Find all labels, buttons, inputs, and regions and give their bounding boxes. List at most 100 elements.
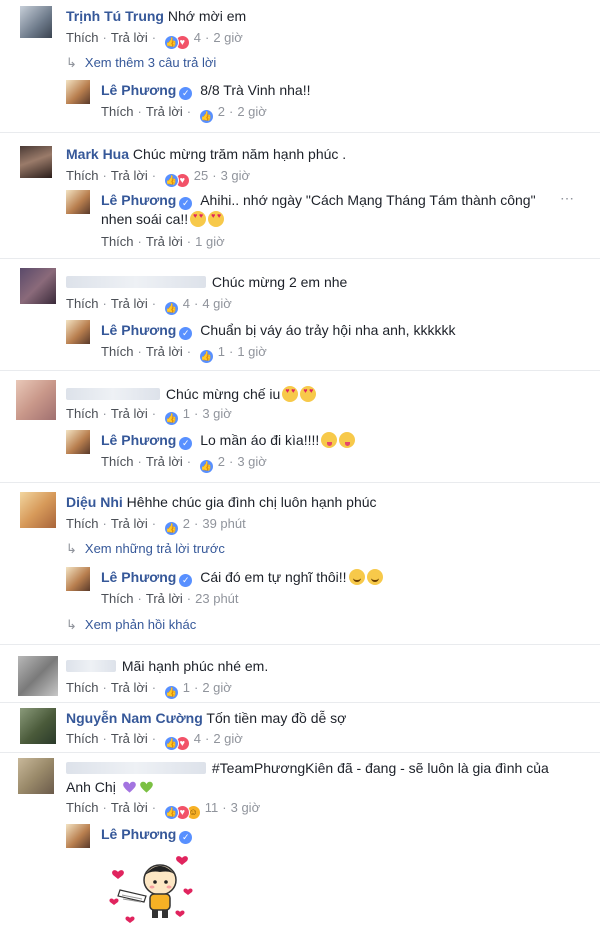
comment-time[interactable]: 23 phút (195, 591, 238, 606)
comment-text: Cái đó em tự nghĩ thôi!! (200, 569, 347, 585)
reply-link[interactable]: Trả lời (146, 591, 183, 606)
like-link[interactable]: Thích (101, 454, 134, 469)
avatar[interactable] (18, 758, 54, 794)
comment-actions: Thích · Trả lời · 1 giờ (101, 234, 225, 249)
comment-author[interactable]: Diệu Nhi (66, 494, 123, 510)
comment-author[interactable]: Lê Phương (101, 192, 176, 208)
comment-time[interactable]: 2 giờ (213, 731, 243, 746)
reaction-count[interactable]: 4 (194, 731, 201, 746)
reaction-count[interactable]: 2 (218, 104, 225, 119)
avatar[interactable] (66, 567, 90, 591)
view-more-replies[interactable]: ↳ Xem thêm 3 câu trả lời (66, 55, 216, 71)
comment-author[interactable]: Nguyễn Nam Cường (66, 710, 203, 726)
like-link[interactable]: Thích (101, 344, 134, 359)
comment-time[interactable]: 2 giờ (237, 104, 267, 119)
comment-author[interactable]: Mark Hua (66, 146, 129, 162)
avatar[interactable] (20, 146, 52, 178)
avatar[interactable] (16, 380, 56, 420)
avatar[interactable] (66, 190, 90, 214)
reaction-icons[interactable]: 👍 ♥ (163, 171, 190, 188)
reply-link[interactable]: Trả lời (111, 30, 148, 45)
reaction-count[interactable]: 4 (183, 296, 190, 311)
reply-link[interactable]: Trả lời (146, 234, 183, 249)
view-more-replies[interactable]: ↳ Xem phản hồi khác (66, 617, 196, 633)
like-link[interactable]: Thích (66, 680, 99, 695)
reaction-count[interactable]: 1 (218, 344, 225, 359)
reaction-count[interactable]: 11 (205, 800, 219, 815)
reaction-count[interactable]: 25 (194, 168, 208, 183)
reply-link[interactable]: Trả lời (111, 731, 148, 746)
like-link[interactable]: Thích (101, 234, 134, 249)
avatar[interactable] (18, 656, 58, 696)
reply-link[interactable]: Trả lời (146, 104, 183, 119)
reply-link[interactable]: Trả lời (111, 680, 148, 695)
reaction-icons[interactable]: 👍 (163, 683, 179, 700)
avatar[interactable] (66, 320, 90, 344)
reaction-icons[interactable]: 👍 (163, 409, 179, 426)
reply-link[interactable]: Trả lời (111, 406, 148, 421)
reaction-icons[interactable]: 👍 (198, 457, 214, 474)
view-previous-replies[interactable]: ↳ Xem những trả lời trước (66, 541, 225, 557)
comment-text: 8/8 Trà Vinh nha!! (200, 82, 311, 98)
reaction-count[interactable]: 2 (218, 454, 225, 469)
like-link[interactable]: Thích (101, 591, 134, 606)
comment-author[interactable]: Lê Phương (101, 432, 176, 448)
comment-time[interactable]: 2 giờ (213, 30, 243, 45)
comment-time[interactable]: 4 giờ (202, 296, 232, 311)
reaction-count[interactable]: 2 (183, 516, 190, 531)
comment-author[interactable]: Lê Phương (101, 322, 176, 338)
reaction-icons[interactable]: 👍 ♥ (163, 734, 190, 751)
comment-actions: Thích · Trả lời · 23 phút (101, 591, 239, 606)
reaction-count[interactable]: 1 (183, 406, 190, 421)
comment-time[interactable]: 3 giờ (231, 800, 261, 815)
avatar[interactable] (66, 824, 90, 848)
avatar[interactable] (20, 6, 52, 38)
reply-link[interactable]: Trả lời (111, 800, 148, 815)
heart-eyes-emoji-icon (300, 386, 317, 402)
reaction-icons[interactable]: 👍 (163, 519, 179, 536)
comment-author[interactable]: Lê Phương (101, 569, 176, 585)
avatar[interactable] (20, 492, 56, 528)
reply-link[interactable]: Trả lời (111, 516, 148, 531)
comment-text: Chuẩn bị váy áo trảy hội nha anh, kkkkkk (200, 322, 456, 338)
reaction-icons[interactable]: 👍 ♥ (163, 33, 190, 50)
like-link[interactable]: Thích (66, 296, 99, 311)
like-link[interactable]: Thích (66, 30, 99, 45)
reaction-count[interactable]: 4 (194, 30, 201, 45)
comment-author[interactable]: Lê Phương (101, 82, 176, 98)
comment-time[interactable]: 3 giờ (221, 168, 251, 183)
comment-text: Ahihi.. nhớ ngày "Cách Mạng Tháng Tám th… (200, 192, 536, 208)
reaction-icons[interactable]: 👍 (198, 107, 214, 124)
reply-link[interactable]: Trả lời (146, 344, 183, 359)
reply-link[interactable]: Trả lời (111, 168, 148, 183)
reaction-icons[interactable]: 👍 ♥ ☺ (163, 803, 201, 820)
like-link[interactable]: Thích (66, 516, 99, 531)
avatar[interactable] (66, 80, 90, 104)
avatar[interactable] (66, 430, 90, 454)
verified-badge-icon: ✓ (179, 327, 193, 340)
avatar[interactable] (20, 268, 56, 304)
reaction-count[interactable]: 1 (183, 680, 190, 695)
options-icon[interactable]: ⋯ (560, 190, 574, 207)
comment-time[interactable]: 3 giờ (202, 406, 232, 421)
like-link[interactable]: Thích (66, 406, 99, 421)
reaction-icons[interactable]: 👍 (163, 299, 179, 316)
avatar[interactable] (20, 708, 56, 744)
comment-time[interactable]: 1 giờ (237, 344, 267, 359)
comment-time[interactable]: 1 giờ (195, 234, 225, 249)
comment-author[interactable]: Trịnh Tú Trung (66, 8, 164, 24)
like-link[interactable]: Thích (66, 731, 99, 746)
blurred-name (66, 660, 116, 672)
sticker[interactable] (100, 850, 200, 930)
like-link[interactable]: Thích (66, 800, 99, 815)
comment-author[interactable]: Lê Phương (101, 826, 176, 842)
reaction-icons[interactable]: 👍 (198, 347, 214, 364)
like-reaction-icon: 👍 (163, 301, 179, 316)
reply-link[interactable]: Trả lời (146, 454, 183, 469)
like-link[interactable]: Thích (101, 104, 134, 119)
comment-time[interactable]: 39 phút (202, 516, 245, 531)
comment-time[interactable]: 3 giờ (237, 454, 267, 469)
reply-link[interactable]: Trả lời (111, 296, 148, 311)
comment-time[interactable]: 2 giờ (202, 680, 232, 695)
like-link[interactable]: Thích (66, 168, 99, 183)
